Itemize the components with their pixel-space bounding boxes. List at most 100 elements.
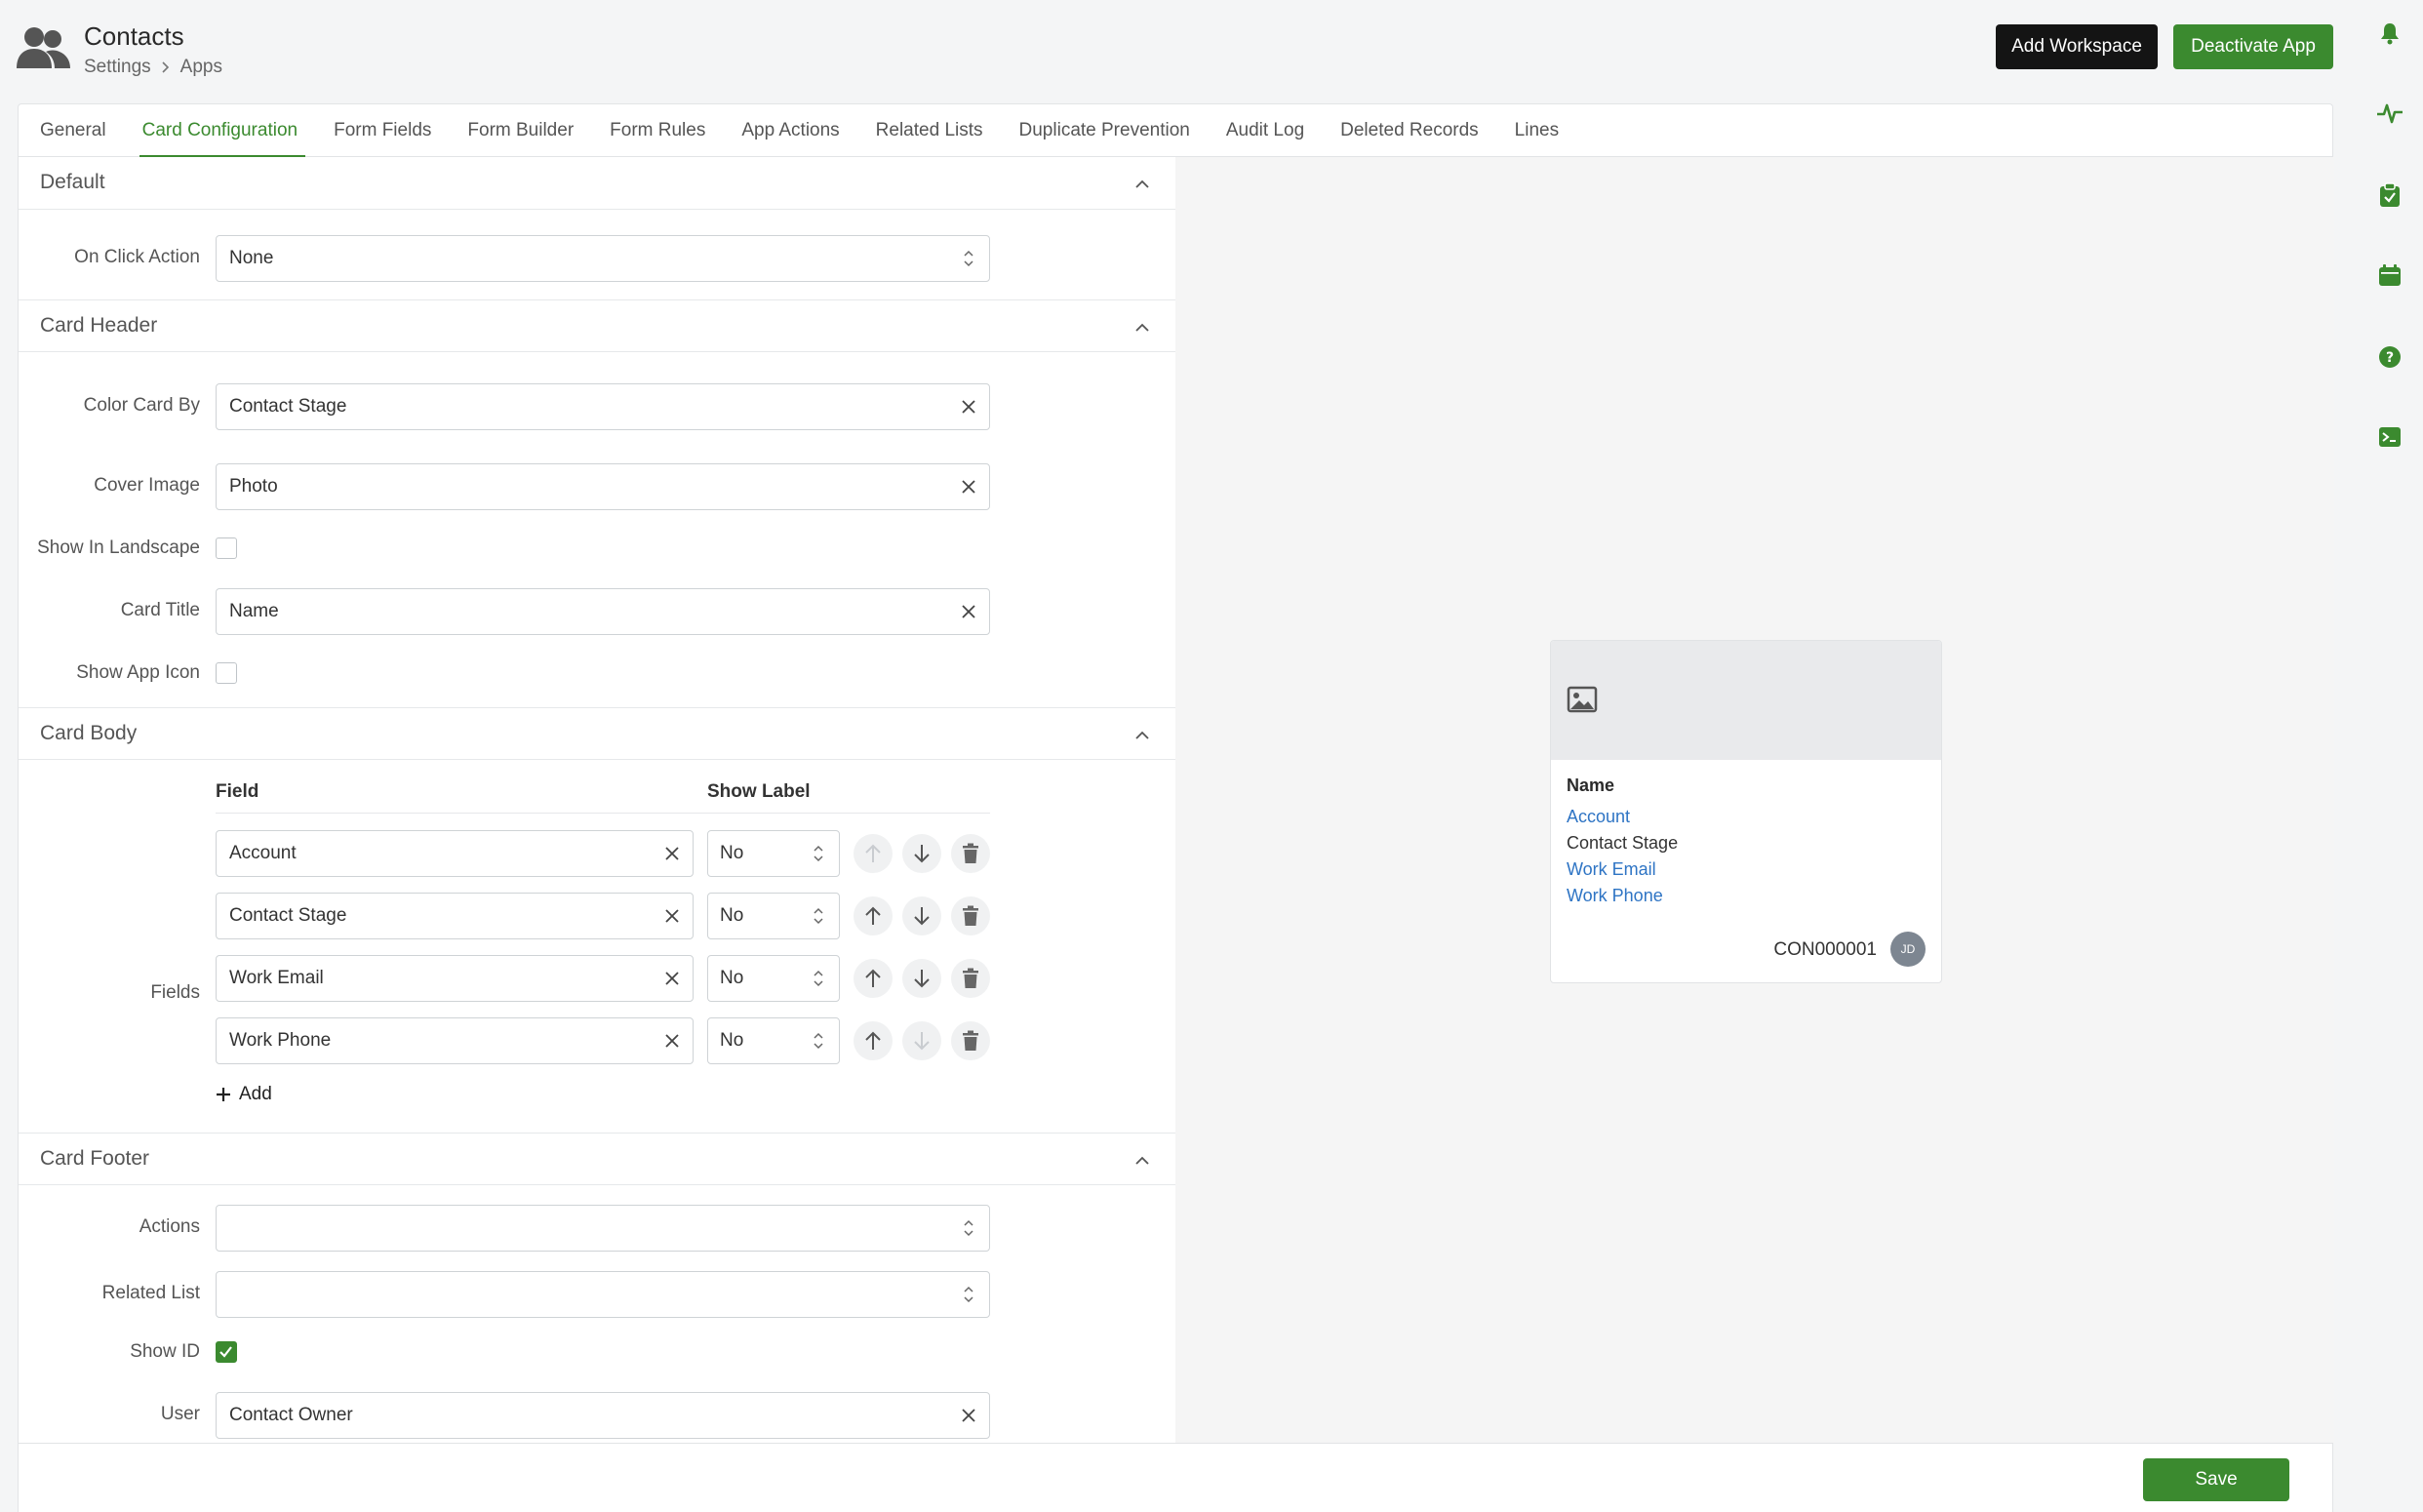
move-down-button[interactable]	[902, 896, 941, 935]
delete-button[interactable]	[951, 1021, 990, 1060]
help-icon[interactable]: ?	[2376, 343, 2403, 371]
tab-app-actions[interactable]: App Actions	[741, 104, 839, 157]
section-title: Default	[40, 171, 105, 193]
show-in-landscape-checkbox[interactable]	[216, 537, 237, 559]
move-down-button[interactable]	[902, 834, 941, 873]
bell-icon[interactable]	[2376, 20, 2403, 47]
updown-icon	[814, 845, 823, 862]
clear-icon[interactable]	[663, 970, 681, 987]
card-line-work-email[interactable]: Work Email	[1567, 859, 1656, 880]
section-default-header[interactable]: Default	[19, 157, 1175, 210]
clear-icon[interactable]	[663, 1032, 681, 1050]
body-field-work-email[interactable]: Work Email	[216, 955, 694, 1002]
user-label: User	[160, 1404, 200, 1424]
move-up-button[interactable]	[854, 834, 893, 873]
trash-icon	[963, 968, 978, 988]
chevron-up-icon[interactable]	[1132, 318, 1152, 338]
on-click-action-select[interactable]: None	[216, 235, 990, 282]
color-card-by-field[interactable]: Contact Stage	[216, 383, 990, 430]
updown-icon	[964, 250, 973, 267]
chevron-up-icon[interactable]	[1132, 175, 1152, 194]
tab-form-rules[interactable]: Form Rules	[610, 104, 705, 157]
move-down-button[interactable]	[902, 1021, 941, 1060]
show-label-select[interactable]: No	[707, 893, 840, 939]
field-value: Name	[229, 601, 279, 621]
card-line-account[interactable]: Account	[1567, 807, 1630, 827]
clear-icon[interactable]	[663, 907, 681, 925]
card-title-field[interactable]: Name	[216, 588, 990, 635]
chevron-up-icon[interactable]	[1132, 726, 1152, 745]
related-list-label: Related List	[101, 1283, 200, 1303]
arrow-down-icon	[914, 845, 930, 863]
terminal-icon[interactable]	[2376, 423, 2403, 451]
tab-lines[interactable]: Lines	[1515, 104, 1559, 157]
activity-icon[interactable]	[2376, 99, 2403, 127]
tab-deleted-records[interactable]: Deleted Records	[1340, 104, 1479, 157]
user-field[interactable]: Contact Owner	[216, 1392, 990, 1439]
select-value: No	[720, 968, 744, 988]
updown-icon	[814, 907, 823, 925]
tab-related-lists[interactable]: Related Lists	[876, 104, 983, 157]
breadcrumb-apps[interactable]: Apps	[180, 57, 222, 78]
section-card-footer-header[interactable]: Card Footer	[19, 1133, 1175, 1185]
field-value: Account	[229, 843, 297, 863]
clear-icon[interactable]	[960, 398, 977, 416]
deactivate-app-button[interactable]: Deactivate App	[2173, 24, 2333, 69]
select-value: No	[720, 843, 744, 863]
checkmark-icon	[219, 1346, 232, 1358]
show-label-select[interactable]: No	[707, 955, 840, 1002]
divider	[216, 813, 990, 814]
clear-icon[interactable]	[960, 478, 977, 496]
tab-card-configuration[interactable]: Card Configuration	[139, 104, 306, 158]
updown-icon	[964, 1219, 973, 1237]
actions-select[interactable]	[216, 1205, 990, 1252]
save-button[interactable]: Save	[2143, 1458, 2289, 1501]
trash-icon	[963, 905, 978, 926]
clear-icon[interactable]	[663, 845, 681, 862]
trash-icon	[963, 1030, 978, 1051]
calendar-icon[interactable]	[2376, 261, 2403, 289]
field-value: Work Phone	[229, 1030, 332, 1051]
tab-duplicate-prevention[interactable]: Duplicate Prevention	[1019, 104, 1190, 157]
move-down-button[interactable]	[902, 959, 941, 998]
delete-button[interactable]	[951, 896, 990, 935]
clipboard-check-icon[interactable]	[2376, 181, 2403, 209]
body-field-work-phone[interactable]: Work Phone	[216, 1017, 694, 1064]
move-up-button[interactable]	[854, 959, 893, 998]
cover-image-field[interactable]: Photo	[216, 463, 990, 510]
tab-form-builder[interactable]: Form Builder	[467, 104, 574, 157]
body-field-contact-stage[interactable]: Contact Stage	[216, 893, 694, 939]
card-cover	[1551, 641, 1941, 760]
show-app-icon-checkbox[interactable]	[216, 662, 237, 684]
delete-button[interactable]	[951, 959, 990, 998]
tab-form-fields[interactable]: Form Fields	[334, 104, 431, 157]
cover-image-label: Cover Image	[94, 475, 200, 496]
section-card-header-header[interactable]: Card Header	[19, 299, 1175, 352]
related-list-select[interactable]	[216, 1271, 990, 1318]
card-line-work-phone[interactable]: Work Phone	[1567, 886, 1663, 906]
show-id-checkbox[interactable]	[216, 1341, 237, 1363]
clear-icon[interactable]	[960, 1407, 977, 1424]
breadcrumb-settings[interactable]: Settings	[84, 57, 151, 78]
tab-audit-log[interactable]: Audit Log	[1226, 104, 1304, 157]
chevron-right-icon	[162, 61, 169, 73]
show-label-select[interactable]: No	[707, 1017, 840, 1064]
add-workspace-button[interactable]: Add Workspace	[1996, 24, 2158, 69]
section-card-body-header[interactable]: Card Body	[19, 707, 1175, 760]
move-up-button[interactable]	[854, 896, 893, 935]
section-title: Card Footer	[40, 1147, 150, 1170]
body-field-account[interactable]: Account	[216, 830, 694, 877]
add-field-button[interactable]: Add	[216, 1084, 272, 1105]
delete-button[interactable]	[951, 834, 990, 873]
updown-icon	[814, 970, 823, 987]
clear-icon[interactable]	[960, 603, 977, 620]
app-header: Contacts Settings Apps Add Workspace Dea…	[0, 0, 2357, 103]
move-up-button[interactable]	[854, 1021, 893, 1060]
select-value: No	[720, 905, 744, 926]
show-in-landscape-label: Show In Landscape	[37, 537, 200, 558]
arrow-up-icon	[865, 969, 881, 987]
chevron-up-icon[interactable]	[1132, 1151, 1152, 1171]
show-label-select[interactable]: No	[707, 830, 840, 877]
tab-general[interactable]: General	[40, 104, 106, 157]
updown-icon	[964, 1286, 973, 1303]
